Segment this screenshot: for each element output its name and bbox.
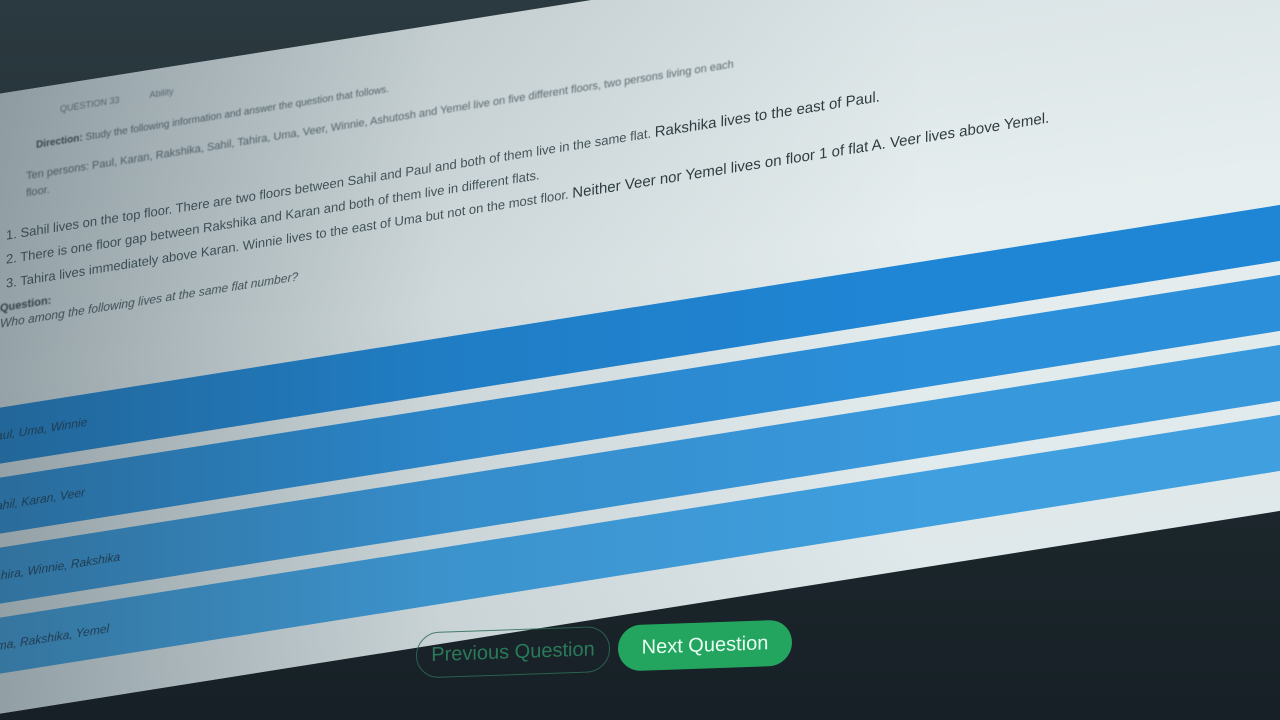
option-label: Sahil, Karan, Veer	[0, 485, 85, 515]
direction-label: Direction:	[36, 132, 83, 151]
previous-question-button[interactable]: Previous Question	[416, 625, 610, 679]
option-label: Paul, Uma, Winnie	[0, 414, 88, 445]
next-question-button[interactable]: Next Question	[618, 619, 792, 672]
question-subject: Ability	[149, 86, 174, 100]
photo-scene: QUESTION 33 Ability Direction: Study the…	[0, 0, 1280, 720]
question-number: QUESTION 33	[60, 94, 120, 115]
option-label: Tahira, Winnie, Rakshika	[0, 549, 121, 585]
quiz-screen: QUESTION 33 Ability Direction: Study the…	[0, 0, 1280, 720]
option-label: Uma, Rakshika, Yemel	[0, 621, 110, 655]
